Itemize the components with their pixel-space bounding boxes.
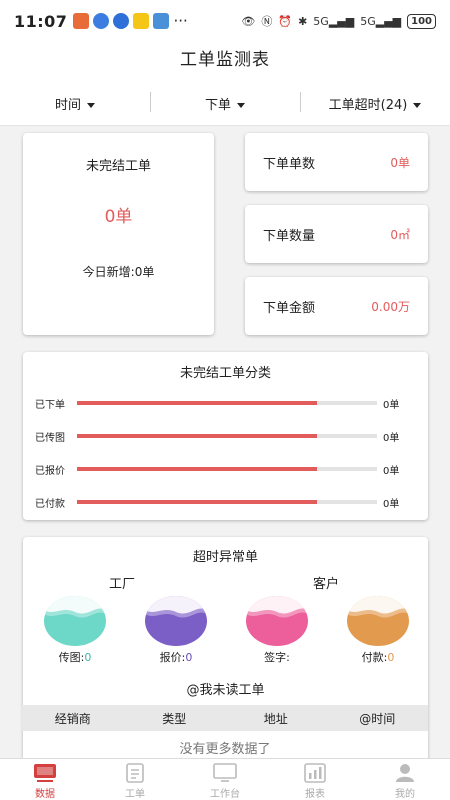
- stat-label: 下单金额: [263, 300, 316, 316]
- category-title: 未完结工单分类: [179, 366, 271, 381]
- stat-label: 下单单数: [263, 156, 316, 172]
- app-notification-icon: [73, 13, 90, 29]
- water-ball-quote[interactable]: [145, 596, 207, 646]
- tab-data[interactable]: 数据: [0, 759, 90, 800]
- category-label: 已报价: [35, 465, 65, 477]
- tab-label: 工单: [125, 789, 145, 800]
- caret-down-icon: [413, 103, 422, 108]
- more-icon: ···: [173, 12, 188, 30]
- unfinished-value: 0单: [104, 207, 133, 227]
- stat-value: 0.00万: [371, 299, 410, 314]
- column-header[interactable]: 地址: [225, 710, 327, 727]
- ball-label-quote: 报价:0: [159, 651, 193, 664]
- status-app-icons: ···: [73, 12, 188, 30]
- app-notification-icon: [153, 13, 170, 29]
- column-header[interactable]: 类型: [124, 710, 226, 727]
- status-bar: 11:07 ··· 👁 Ⓝ ⏰ ✱ 5G▂▄▆ 5G▂▄▆ 100: [0, 0, 450, 42]
- progress-track: [77, 467, 377, 471]
- ball-value: 0: [185, 651, 193, 664]
- user-icon: [396, 764, 414, 782]
- filter-label: 工单超时(24): [328, 98, 408, 113]
- category-label: 已付款: [35, 498, 65, 510]
- stat-order-amount[interactable]: 下单金额 0.00万: [245, 277, 428, 335]
- category-row[interactable]: 已传图 0单: [35, 429, 420, 444]
- progress-track: [77, 401, 377, 405]
- filter-time[interactable]: 时间: [0, 94, 150, 113]
- battery-icon: 100: [407, 13, 436, 29]
- chart-icon: [304, 763, 326, 783]
- progress-fill: [77, 434, 317, 438]
- stat-label: 下单数量: [263, 228, 316, 244]
- filter-order[interactable]: 下单: [150, 92, 300, 113]
- app-notification-icon: [93, 13, 110, 29]
- today-new-count: 今日新增:0单: [82, 265, 155, 279]
- filter-label: 时间: [54, 98, 81, 113]
- category-value: 0单: [383, 465, 400, 477]
- unread-table-header: 经销商 类型 地址 @时间: [22, 705, 428, 731]
- category-value: 0单: [383, 498, 400, 510]
- filter-bar: 时间 下单 工单超时(24): [0, 82, 450, 126]
- app-notification-icon: [133, 13, 150, 29]
- ball-label-upload: 传图:0: [58, 651, 92, 664]
- customer-label: 客户: [313, 577, 340, 592]
- unfinished-card[interactable]: 未完结工单 0单 今日新增:0单: [23, 133, 214, 335]
- signal-icon: 5G▂▄▆: [360, 14, 402, 28]
- ball-label-sign: 签字:: [264, 651, 290, 664]
- category-row[interactable]: 已付款 0单: [35, 495, 420, 510]
- category-label: 已下单: [35, 399, 65, 411]
- stat-value: 0单: [390, 155, 410, 170]
- caret-down-icon: [87, 103, 95, 108]
- stat-order-quantity[interactable]: 下单数量 0㎡: [245, 205, 428, 263]
- water-ball-sign[interactable]: [246, 596, 308, 646]
- category-label: 已传图: [35, 432, 65, 444]
- category-value: 0单: [383, 399, 400, 411]
- filter-label: 下单: [204, 98, 231, 113]
- category-value: 0单: [383, 432, 400, 444]
- signal-icon: 5G▂▄▆: [313, 14, 355, 28]
- eye-icon: 👁: [241, 14, 256, 28]
- tab-label: 报表: [305, 789, 325, 800]
- tab-label: 我的: [395, 789, 415, 800]
- category-card: 未完结工单分类 已下单 0单 已传图 0单 已报价 0单 已付款 0单: [23, 352, 428, 520]
- ball-value: 0: [84, 651, 92, 664]
- progress-track: [77, 434, 377, 438]
- status-time: 11:07: [14, 11, 68, 31]
- stat-order-count[interactable]: 下单单数 0单: [245, 133, 428, 191]
- nfc-icon: Ⓝ: [261, 15, 273, 28]
- column-header[interactable]: 经销商: [22, 710, 124, 727]
- unfinished-title: 未完结工单: [85, 159, 151, 174]
- ball-label-pay: 付款:0: [361, 651, 395, 664]
- tab-reports[interactable]: 报表: [270, 759, 360, 800]
- water-ball-pay[interactable]: [347, 596, 409, 646]
- status-indicators: 👁 Ⓝ ⏰ ✱ 5G▂▄▆ 5G▂▄▆ 100: [241, 13, 436, 29]
- tab-label: 工作台: [210, 789, 240, 800]
- desktop-icon: [213, 763, 237, 782]
- column-header[interactable]: @时间: [327, 710, 429, 727]
- water-ball-upload[interactable]: [44, 596, 106, 646]
- progress-fill: [77, 467, 317, 471]
- bottom-tab-bar: 数据 工单 工作台 报表 我的: [0, 758, 450, 800]
- category-row[interactable]: 已下单 0单: [35, 396, 420, 411]
- alarm-icon: ⏰: [278, 14, 293, 28]
- app-notification-icon: [113, 13, 130, 29]
- factory-label: 工厂: [109, 577, 136, 592]
- ball-value: 0: [387, 651, 395, 664]
- tab-orders[interactable]: 工单: [90, 759, 180, 800]
- bluetooth-icon: ✱: [298, 14, 308, 28]
- monitor-icon: [34, 764, 56, 782]
- timeout-title: 超时异常单: [192, 550, 258, 565]
- unread-title: @我未读工单: [186, 683, 265, 698]
- progress-fill: [77, 401, 317, 405]
- progress-fill: [77, 500, 317, 504]
- caret-down-icon: [237, 103, 245, 108]
- stat-value: 0㎡: [390, 227, 410, 242]
- category-row[interactable]: 已报价 0单: [35, 462, 420, 477]
- filter-timeout[interactable]: 工单超时(24): [300, 92, 450, 113]
- tab-mine[interactable]: 我的: [360, 759, 450, 800]
- tab-workbench[interactable]: 工作台: [180, 759, 270, 800]
- tab-label: 数据: [35, 789, 55, 800]
- page-title: 工单监测表: [0, 42, 450, 82]
- document-icon: [126, 763, 144, 783]
- progress-track: [77, 500, 377, 504]
